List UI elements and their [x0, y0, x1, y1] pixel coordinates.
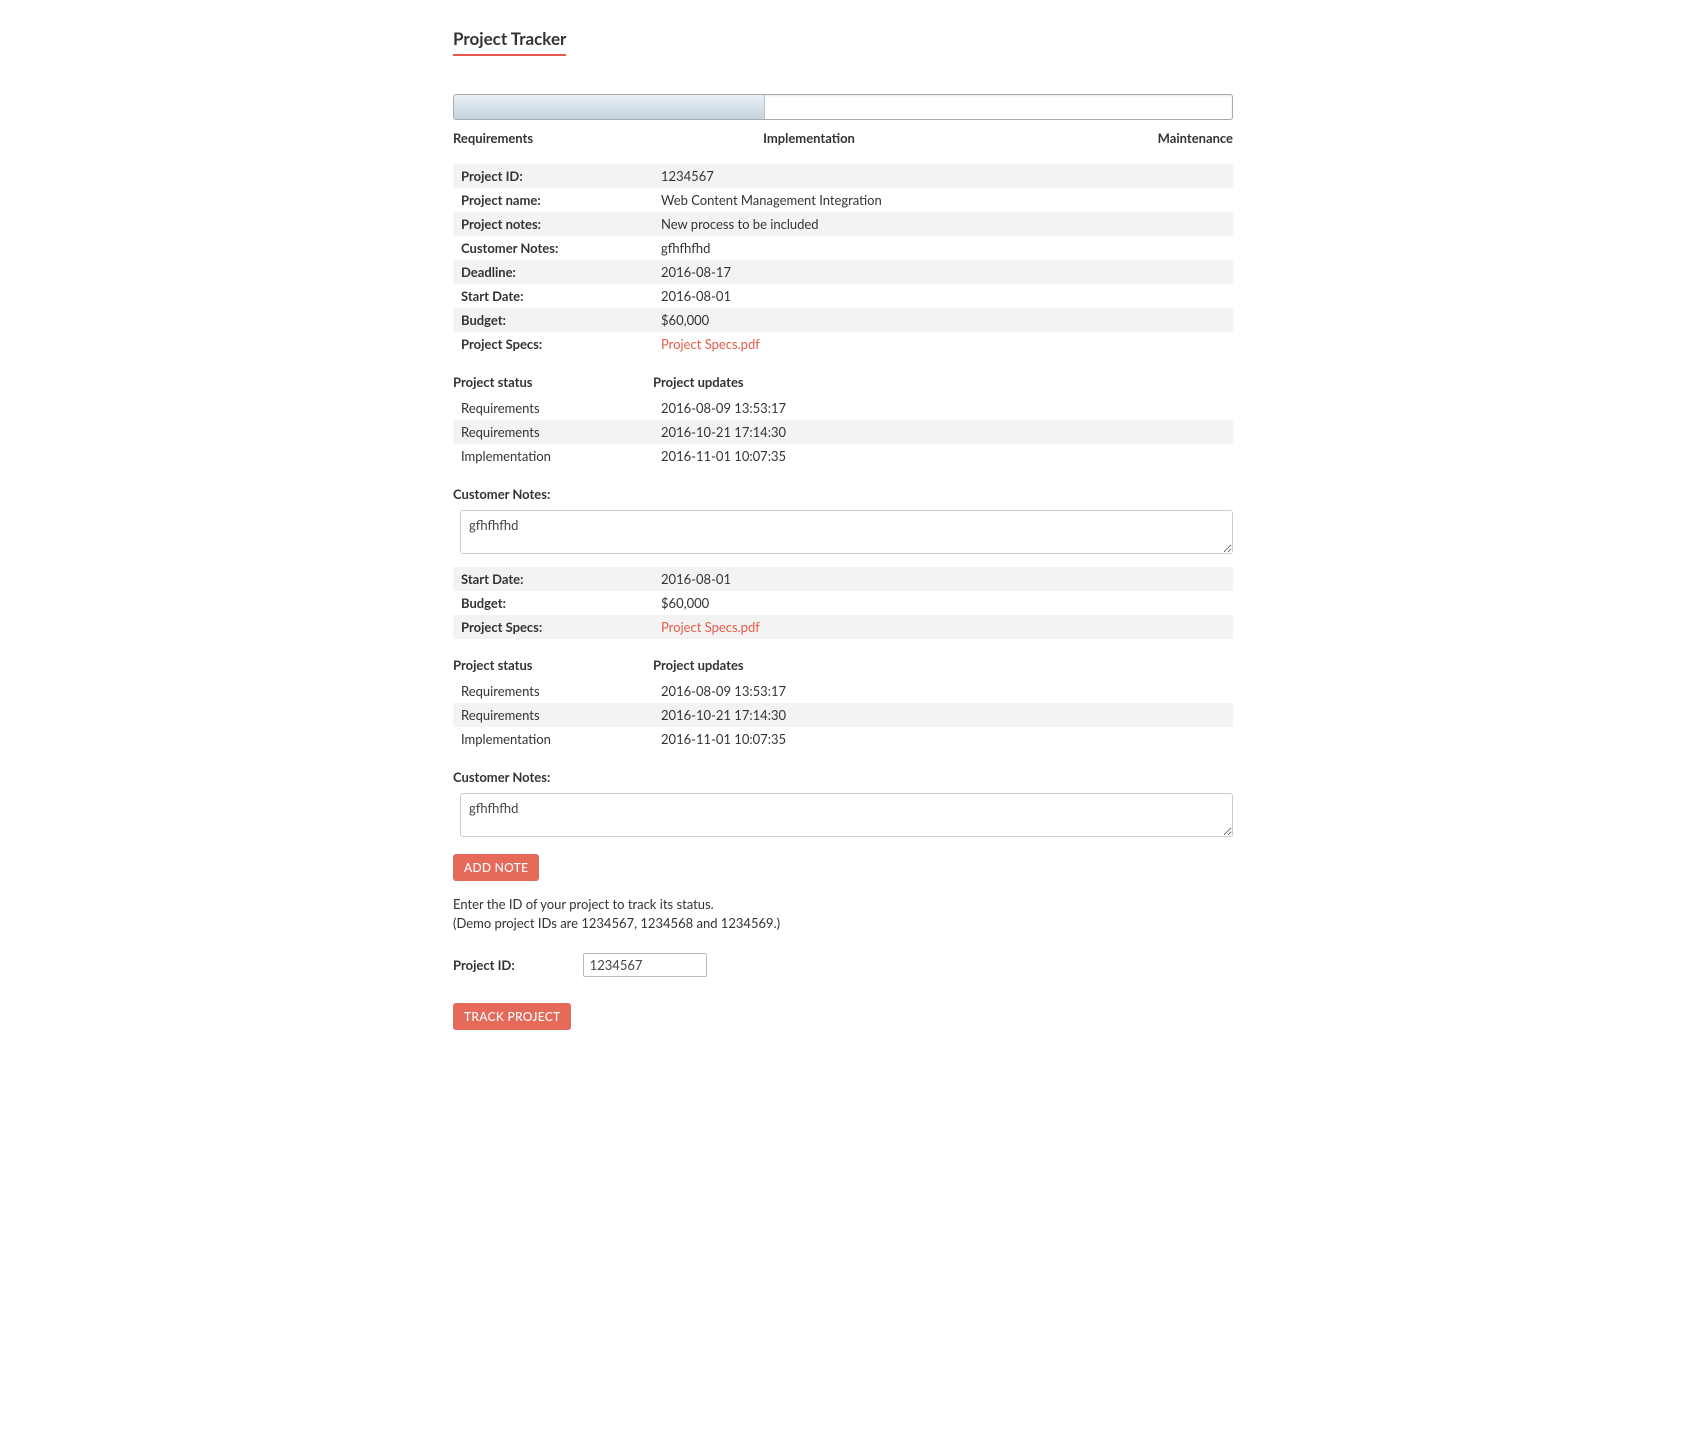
detail-value: gfhfhfhd [653, 236, 1233, 260]
detail-label: Deadline: [453, 260, 653, 284]
detail-value: $60,000 [653, 591, 1233, 615]
table-row: Budget:$60,000 [453, 308, 1233, 332]
add-note-button[interactable]: ADD NOTE [453, 854, 539, 881]
project-updates-table: Requirements2016-08-09 13:53:17Requireme… [453, 396, 1233, 468]
table-row: Requirements2016-10-21 17:14:30 [453, 420, 1233, 444]
table-row: Start Date:2016-08-01 [453, 567, 1233, 591]
detail-value: 2016-08-01 [653, 284, 1233, 308]
project-tracker-page: Project Tracker Requirements Implementat… [453, 28, 1233, 1030]
table-row: Project Specs: Project Specs.pdf [453, 615, 1233, 639]
project-specs-link[interactable]: Project Specs.pdf [661, 336, 760, 352]
instructions-line-2: (Demo project IDs are 1234567, 1234568 a… [453, 914, 1233, 933]
detail-label: Project Specs: [453, 615, 653, 639]
table-row: Project name:Web Content Management Inte… [453, 188, 1233, 212]
table-row: Requirements2016-08-09 13:53:17 [453, 679, 1233, 703]
detail-label: Budget: [453, 591, 653, 615]
instructions: Enter the ID of your project to track it… [453, 895, 1233, 933]
detail-value: New process to be included [653, 212, 1233, 236]
project-status-header: Project status [453, 374, 653, 390]
project-updates-table-2: Requirements2016-08-09 13:53:17Requireme… [453, 679, 1233, 751]
detail-label: Budget: [453, 308, 653, 332]
progress-label-implementation: Implementation [645, 130, 973, 146]
progress-labels: Requirements Implementation Maintenance [453, 130, 1233, 146]
table-row: Project notes:New process to be included [453, 212, 1233, 236]
project-id-input[interactable] [583, 953, 707, 977]
customer-notes-textarea-2[interactable] [460, 793, 1233, 837]
detail-value: 1234567 [653, 164, 1233, 188]
detail-label: Project notes: [453, 212, 653, 236]
update-timestamp: 2016-08-09 13:53:17 [653, 679, 1233, 703]
table-row: Project Specs: Project Specs.pdf [453, 332, 1233, 356]
progress-fill [454, 95, 765, 119]
update-status: Implementation [453, 444, 653, 468]
instructions-line-1: Enter the ID of your project to track it… [453, 895, 1233, 914]
table-row: Budget:$60,000 [453, 591, 1233, 615]
table-row: Start Date:2016-08-01 [453, 284, 1233, 308]
project-id-label: Project ID: [453, 957, 515, 973]
update-status: Requirements [453, 396, 653, 420]
track-project-button[interactable]: TRACK PROJECT [453, 1003, 571, 1030]
update-status: Implementation [453, 727, 653, 751]
project-status-header-2: Project status [453, 657, 653, 673]
updates-headers-2: Project status Project updates [453, 639, 1233, 679]
project-specs-link[interactable]: Project Specs.pdf [661, 619, 760, 635]
detail-label: Project ID: [453, 164, 653, 188]
update-timestamp: 2016-08-09 13:53:17 [653, 396, 1233, 420]
project-updates-header-2: Project updates [653, 657, 1233, 673]
project-updates-header: Project updates [653, 374, 1233, 390]
customer-notes-label-1: Customer Notes: [453, 468, 1233, 510]
update-status: Requirements [453, 420, 653, 444]
update-status: Requirements [453, 679, 653, 703]
detail-value: Web Content Management Integration [653, 188, 1233, 212]
project-details-table-b: Start Date:2016-08-01Budget:$60,000Proje… [453, 567, 1233, 639]
detail-value: $60,000 [653, 308, 1233, 332]
progress-bar [453, 94, 1233, 120]
project-details-table: Project ID:1234567Project name:Web Conte… [453, 164, 1233, 356]
detail-value: 2016-08-17 [653, 260, 1233, 284]
detail-label: Project name: [453, 188, 653, 212]
detail-value: Project Specs.pdf [653, 332, 1233, 356]
table-row: Implementation2016-11-01 10:07:35 [453, 444, 1233, 468]
table-row: Deadline:2016-08-17 [453, 260, 1233, 284]
update-timestamp: 2016-11-01 10:07:35 [653, 727, 1233, 751]
update-status: Requirements [453, 703, 653, 727]
table-row: Project ID:1234567 [453, 164, 1233, 188]
updates-headers: Project status Project updates [453, 356, 1233, 396]
project-id-row: Project ID: [453, 953, 1233, 977]
table-row: Customer Notes:gfhfhfhd [453, 236, 1233, 260]
detail-label: Start Date: [453, 567, 653, 591]
update-timestamp: 2016-10-21 17:14:30 [653, 420, 1233, 444]
page-title: Project Tracker [453, 28, 566, 56]
update-timestamp: 2016-11-01 10:07:35 [653, 444, 1233, 468]
customer-notes-label-2: Customer Notes: [453, 751, 1233, 793]
table-row: Requirements2016-08-09 13:53:17 [453, 396, 1233, 420]
detail-label: Start Date: [453, 284, 653, 308]
detail-label: Customer Notes: [453, 236, 653, 260]
update-timestamp: 2016-10-21 17:14:30 [653, 703, 1233, 727]
progress-label-maintenance: Maintenance [973, 130, 1233, 146]
detail-value: 2016-08-01 [653, 567, 1233, 591]
table-row: Implementation2016-11-01 10:07:35 [453, 727, 1233, 751]
detail-value: Project Specs.pdf [653, 615, 1233, 639]
detail-label: Project Specs: [453, 332, 653, 356]
table-row: Requirements2016-10-21 17:14:30 [453, 703, 1233, 727]
customer-notes-textarea-1[interactable] [460, 510, 1233, 554]
